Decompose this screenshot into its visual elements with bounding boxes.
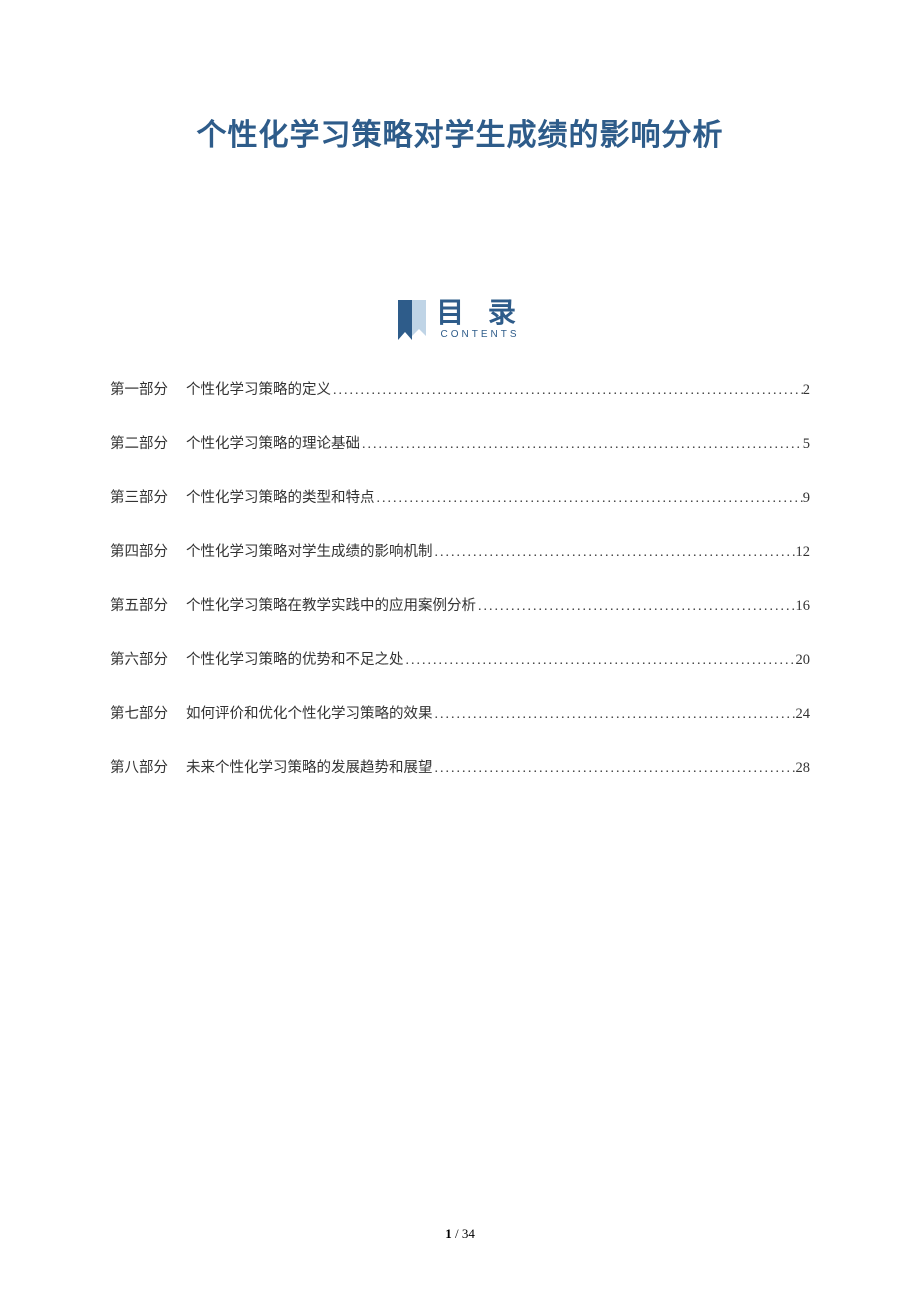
toc-part-label: 第五部分 — [110, 594, 168, 615]
toc-page-number: 5 — [803, 436, 810, 453]
toc-part-label: 第二部分 — [110, 432, 168, 453]
toc-leader-dots: ........................................… — [433, 545, 796, 561]
toc-item[interactable]: 第四部分 个性化学习策略对学生成绩的影响机制 .................… — [110, 540, 810, 561]
toc-item-text: 个性化学习策略对学生成绩的影响机制 — [186, 540, 433, 561]
toc-part-label: 第七部分 — [110, 702, 168, 723]
toc-item-text: 如何评价和优化个性化学习策略的效果 — [186, 702, 433, 723]
toc-header: 目 录 CONTENTS — [110, 299, 810, 340]
toc-subheading: CONTENTS — [441, 329, 520, 340]
toc-page-number: 20 — [796, 652, 811, 669]
toc-leader-dots: ........................................… — [476, 599, 796, 615]
toc-leader-dots: ........................................… — [360, 437, 803, 453]
toc-list: 第一部分 个性化学习策略的定义 ........................… — [110, 378, 810, 777]
toc-item[interactable]: 第五部分 个性化学习策略在教学实践中的应用案例分析 ..............… — [110, 594, 810, 615]
toc-page-number: 9 — [803, 490, 810, 507]
toc-page-number: 12 — [796, 544, 811, 561]
toc-item-text: 个性化学习策略的理论基础 — [186, 432, 360, 453]
toc-part-label: 第八部分 — [110, 756, 168, 777]
toc-item-text: 个性化学习策略的定义 — [186, 378, 331, 399]
toc-item[interactable]: 第一部分 个性化学习策略的定义 ........................… — [110, 378, 810, 399]
toc-item-text: 个性化学习策略的类型和特点 — [186, 486, 375, 507]
total-pages: 34 — [462, 1226, 475, 1241]
toc-part-label: 第一部分 — [110, 378, 168, 399]
toc-item[interactable]: 第八部分 未来个性化学习策略的发展趋势和展望 .................… — [110, 756, 810, 777]
toc-item[interactable]: 第二部分 个性化学习策略的理论基础 ......................… — [110, 432, 810, 453]
page-footer: 1 / 34 — [0, 1226, 920, 1242]
toc-page-number: 16 — [796, 598, 811, 615]
toc-part-label: 第三部分 — [110, 486, 168, 507]
toc-item-text: 未来个性化学习策略的发展趋势和展望 — [186, 756, 433, 777]
toc-item-text: 个性化学习策略的优势和不足之处 — [186, 648, 404, 669]
toc-item[interactable]: 第七部分 如何评价和优化个性化学习策略的效果 .................… — [110, 702, 810, 723]
toc-part-label: 第四部分 — [110, 540, 168, 561]
toc-page-number: 28 — [796, 760, 811, 777]
toc-leader-dots: ........................................… — [331, 383, 803, 399]
toc-page-number: 24 — [796, 706, 811, 723]
toc-heading: 目 录 — [436, 299, 524, 327]
toc-item[interactable]: 第六部分 个性化学习策略的优势和不足之处 ...................… — [110, 648, 810, 669]
toc-page-number: 2 — [803, 382, 810, 399]
toc-item[interactable]: 第三部分 个性化学习策略的类型和特点 .....................… — [110, 486, 810, 507]
toc-leader-dots: ........................................… — [404, 653, 796, 669]
toc-item-text: 个性化学习策略在教学实践中的应用案例分析 — [186, 594, 476, 615]
toc-leader-dots: ........................................… — [375, 491, 803, 507]
toc-leader-dots: ........................................… — [433, 761, 796, 777]
toc-part-label: 第六部分 — [110, 648, 168, 669]
page-separator: / — [452, 1226, 462, 1241]
toc-leader-dots: ........................................… — [433, 707, 796, 723]
bookmark-icon — [396, 300, 426, 340]
document-title: 个性化学习策略对学生成绩的影响分析 — [110, 110, 810, 154]
